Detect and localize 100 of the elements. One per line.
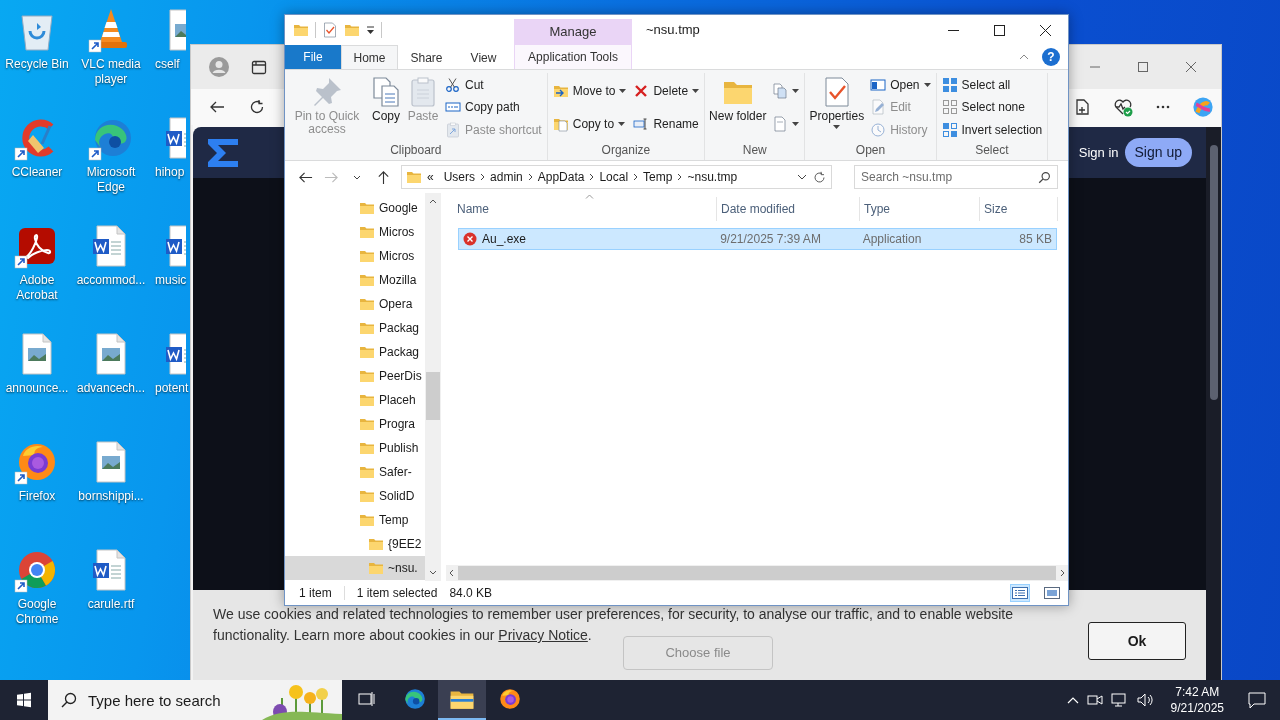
ribbon-button[interactable]: Cut (442, 74, 545, 97)
column-header[interactable]: Date modified (717, 197, 860, 221)
ribbon-button[interactable]: Move to (549, 79, 630, 102)
folder-icon (359, 392, 375, 408)
breadcrumb-item[interactable]: AppData (532, 168, 590, 186)
ribbon-button[interactable]: Copy (368, 73, 404, 142)
ribbon-tab[interactable]: Home (341, 45, 398, 69)
view-button[interactable] (1042, 584, 1062, 602)
tree-item[interactable]: SolidD (285, 484, 425, 508)
path-overflow-button[interactable]: « (422, 168, 439, 186)
ribbon-tab[interactable]: View (455, 45, 512, 69)
scrollbar-thumb[interactable] (426, 372, 440, 420)
clock-time: 7:42 AM (1175, 684, 1220, 700)
status-text: 1 item selected (356, 585, 438, 602)
sign-up-button[interactable]: Sign up (1124, 138, 1192, 167)
ribbon-group-label: Clipboard (389, 142, 443, 159)
tree-item[interactable]: ~nsu. (285, 556, 425, 580)
breadcrumb-item[interactable]: Local (594, 168, 634, 186)
ribbon-tab[interactable]: File (285, 45, 341, 69)
address-bar[interactable]: « Users admin AppData Local Temp ~nsu.tmp (401, 165, 832, 189)
chevron-right-icon (589, 173, 595, 181)
tree-item[interactable]: Packag (285, 316, 425, 340)
folder-icon (368, 560, 384, 576)
table-cell-text: 9/21/2025 7:39 AM (719, 231, 822, 248)
tree-item[interactable]: Mozilla (285, 268, 425, 292)
tree-item[interactable]: PeerDis (285, 364, 425, 388)
ribbon-tab[interactable]: Share (398, 45, 455, 69)
ribbon-button[interactable]: Copy to (549, 113, 630, 136)
tree-item[interactable]: Packag (285, 340, 425, 364)
search-field[interactable]: Search ~nsu.tmp (854, 165, 1058, 189)
search-icon (61, 692, 77, 708)
column-header[interactable]: Size (980, 197, 1058, 221)
window-icon (870, 77, 887, 94)
chevron-down-icon (353, 174, 361, 180)
folder-icon (406, 169, 422, 185)
grid-icon (941, 77, 958, 94)
empty-grid-icon (941, 99, 958, 116)
tree-item[interactable]: Progra (285, 412, 425, 436)
tree-item[interactable]: Google (285, 196, 425, 220)
column-header[interactable]: Name (453, 197, 717, 221)
folder-icon (359, 512, 375, 528)
back-arrow-icon (209, 99, 225, 115)
breadcrumb-item[interactable]: admin (485, 168, 528, 186)
chevron-right-icon (527, 173, 533, 181)
folder-icon (359, 344, 375, 360)
file-row[interactable]: Au_.exe 9/21/2025 7:39 AM Application 85 KB (458, 228, 1057, 250)
search-icon (1038, 171, 1051, 184)
tree-item[interactable]: {9EE2 (285, 532, 425, 556)
delete-icon (633, 82, 650, 99)
sign-in-link[interactable]: Sign in (1078, 138, 1119, 167)
rename-icon (633, 116, 650, 133)
large-icons-view-icon (1044, 587, 1060, 599)
folder-icon (359, 416, 375, 432)
tree-item[interactable]: Micros (285, 244, 425, 268)
ribbon-button[interactable]: Rename (630, 113, 703, 136)
ribbon-button[interactable]: Open (867, 74, 934, 97)
tree-item[interactable]: Micros (285, 220, 425, 244)
breadcrumb-item[interactable]: Temp (638, 168, 678, 186)
ribbon-button[interactable]: Copy path (442, 96, 545, 119)
tree-item[interactable]: Opera (285, 292, 425, 316)
privacy-link[interactable]: Privacy Notice (498, 627, 588, 643)
ribbon-button[interactable]: Select all (938, 74, 1046, 97)
tree-item[interactable]: Safer- (285, 460, 425, 484)
ribbon-button[interactable]: Select none (938, 96, 1046, 119)
clock-icon (870, 121, 887, 138)
heart-check-icon (1113, 97, 1133, 117)
caret-down-icon (429, 570, 437, 575)
folder-icon (359, 368, 375, 384)
maximize-icon (993, 24, 1005, 36)
ribbon-button[interactable]: Delete (630, 79, 703, 102)
folder-pages-icon (552, 116, 569, 133)
breadcrumb-item[interactable]: Users (438, 168, 481, 186)
tree-item[interactable]: Publish (285, 436, 425, 460)
column-header[interactable]: Type (860, 197, 980, 221)
taskbar-button[interactable] (438, 680, 486, 720)
tree-item[interactable]: Temp (285, 508, 425, 532)
folder-icon (359, 320, 375, 336)
scissors-icon (445, 77, 461, 94)
breadcrumb-item[interactable]: ~nsu.tmp (682, 168, 743, 186)
ribbon-button[interactable]: Properties (807, 73, 867, 142)
caret-up-icon (429, 199, 437, 204)
ribbon-tab[interactable]: Application Tools (514, 45, 632, 69)
folder-icon (359, 296, 375, 312)
ribbon-group-label: Organize (600, 142, 652, 159)
ribbon-button[interactable]: Invert selection (938, 118, 1046, 141)
taskbar-search-field[interactable]: Type here to search (48, 680, 262, 720)
folder-icon (368, 536, 384, 552)
clipboard-icon (445, 121, 461, 138)
ribbon-group-label: Select (974, 142, 1010, 159)
ok-button[interactable]: Ok (1088, 622, 1186, 660)
close-icon (1185, 61, 1197, 73)
scrollbar-thumb[interactable] (458, 566, 1056, 580)
tree-item[interactable]: Placeh (285, 388, 425, 412)
scrollbar-thumb[interactable] (1209, 145, 1218, 400)
colorful-logo-icon (1192, 96, 1214, 118)
network-icon (1110, 692, 1129, 708)
help-button[interactable]: ? (1042, 48, 1060, 66)
view-button[interactable] (1010, 584, 1030, 602)
maximize-icon (1137, 61, 1149, 73)
ribbon-button[interactable]: New folder (707, 73, 769, 142)
